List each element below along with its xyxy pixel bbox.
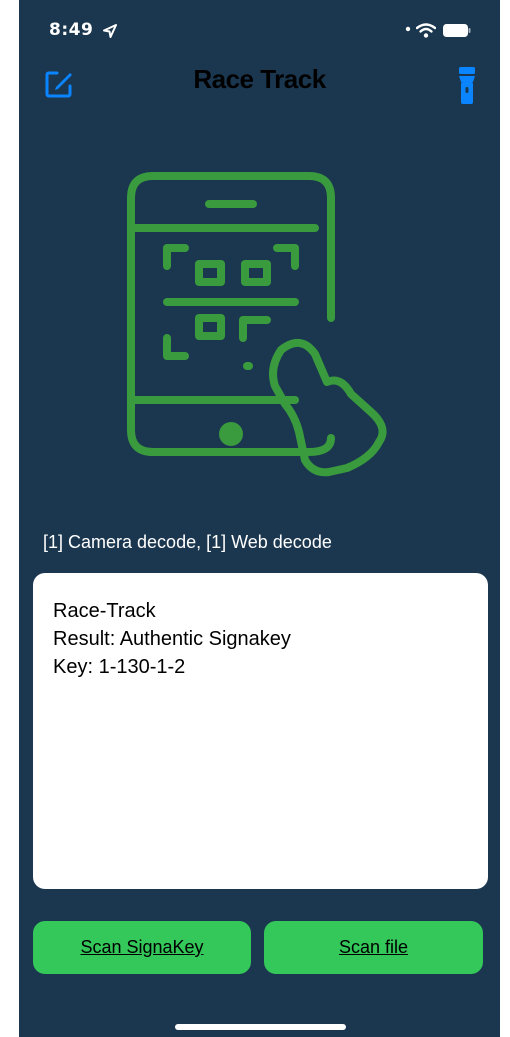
scan-file-label: Scan file <box>338 937 409 957</box>
decode-status-text: [1] Camera decode, [1] Web decode <box>43 532 332 552</box>
home-indicator[interactable] <box>175 1024 346 1030</box>
status-bar: 8:49 <box>19 0 500 56</box>
result-line-result: Result: Authentic Signakey <box>53 628 291 650</box>
scan-file-button[interactable]: Scan file <box>264 921 483 974</box>
flashlight-icon <box>459 67 475 104</box>
result-line-app: Race-Track <box>53 600 156 622</box>
status-time: 8:49 <box>49 20 94 40</box>
phone-qr-scan-icon <box>127 172 387 477</box>
result-textbox[interactable]: Race-Track Result: Authentic Signakey Ke… <box>33 573 488 889</box>
page-title: Race Track <box>193 64 326 94</box>
scan-signakey-label: Scan SignaKey <box>80 937 204 957</box>
signal-icon <box>405 26 411 32</box>
location-arrow-icon <box>103 24 117 38</box>
app-screen: 8:49 Race Track [1] Camera decode, [1] W… <box>19 0 500 1037</box>
wifi-icon <box>416 23 436 38</box>
battery-icon <box>443 24 471 37</box>
flashlight-button[interactable] <box>457 66 477 106</box>
scan-signakey-button[interactable]: Scan SignaKey <box>33 921 251 974</box>
navigation-bar: Race Track <box>19 56 500 106</box>
result-line-key: Key: 1-130-1-2 <box>53 656 186 678</box>
